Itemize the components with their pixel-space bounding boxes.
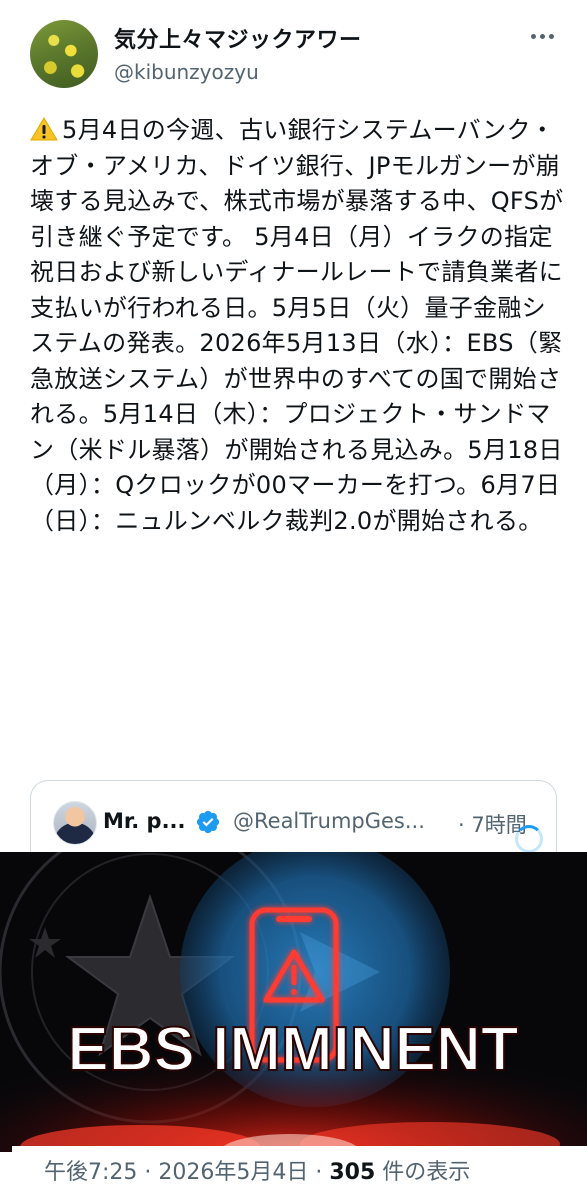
quoted-author-avatar: [53, 801, 97, 845]
tweet-meta-line: 午後7:25 · 2026年5月4日 · 305 件の表示: [44, 1160, 471, 1185]
more-options-button[interactable]: [525, 24, 559, 48]
tweet-media-image[interactable]: EBS IMMINENT: [0, 852, 587, 1152]
tweet-date[interactable]: 2026年5月4日: [158, 1160, 308, 1185]
tweet-time[interactable]: 午後7:25: [44, 1160, 137, 1185]
media-caption: EBS IMMINENT: [67, 1015, 518, 1084]
loading-spinner-icon: [515, 825, 543, 853]
quoted-author-handle: @RealTrumpGes...: [233, 809, 425, 833]
tweet-header: 気分上々マジックアワー @kibunzyozyu: [0, 0, 587, 100]
author-handle[interactable]: @kibunzyozyu: [114, 60, 259, 84]
view-count: 305: [329, 1160, 376, 1185]
tweet-text: 5月4日の今週、古い銀行システムーバンク・オブ・アメリカ、ドイツ銀行、JPモルガ…: [30, 116, 564, 535]
quoted-author-name: Mr. p...: [103, 809, 186, 833]
verified-badge-icon: [196, 810, 220, 834]
tweet-metadata: 午後7:25 · 2026年5月4日 · 305 件の表示: [12, 1146, 587, 1200]
author-avatar[interactable]: [30, 20, 98, 88]
tweet-text-container: 5月4日の今週、古い銀行システムーバンク・オブ・アメリカ、ドイツ銀行、JPモルガ…: [30, 113, 565, 539]
more-icon: [530, 33, 536, 39]
ebs-imminent-graphic: EBS IMMINENT: [0, 852, 587, 1152]
warning-icon: [30, 117, 58, 141]
author-display-name[interactable]: 気分上々マジックアワー: [114, 22, 362, 54]
view-label: 件の表示: [375, 1160, 471, 1185]
